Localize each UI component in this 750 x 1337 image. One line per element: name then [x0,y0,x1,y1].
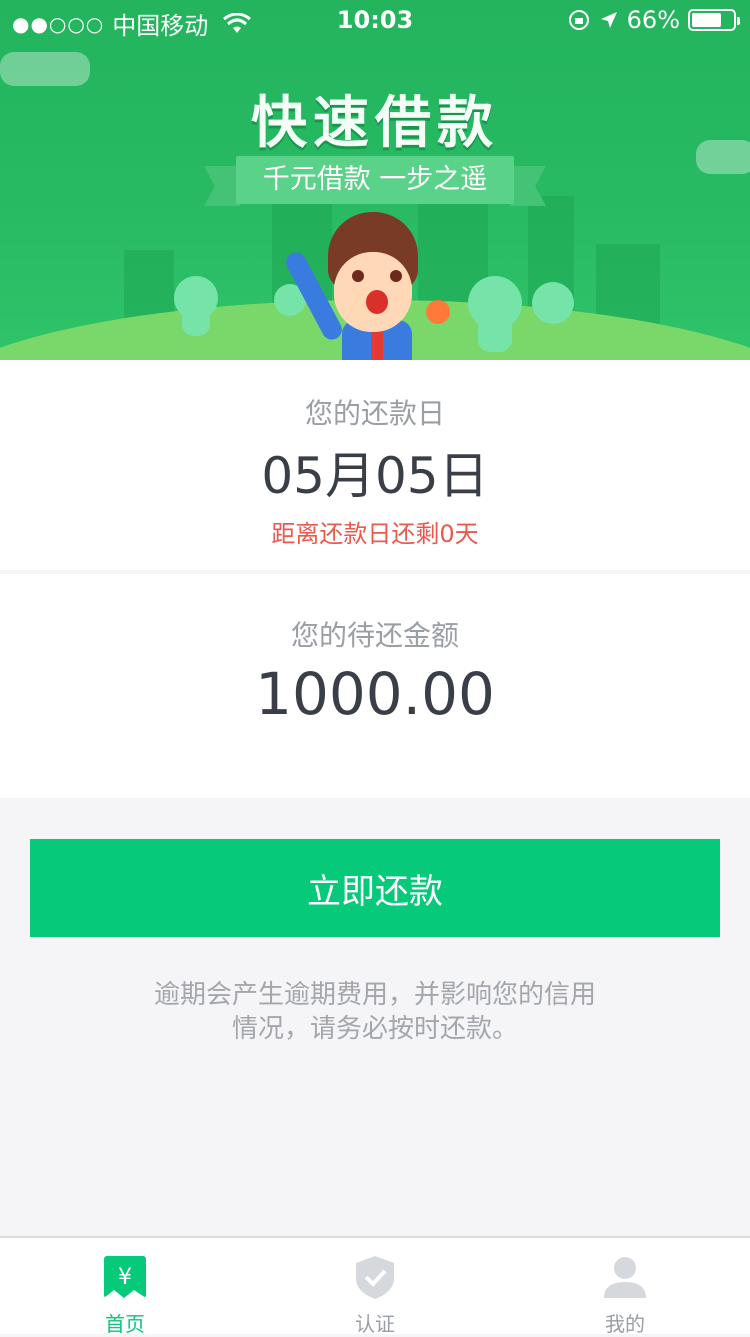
character-decoration [532,282,574,324]
tab-home[interactable]: ¥ 首页 [0,1238,250,1336]
status-bar: ●●○○○ 中国移动 10:03 66% [0,0,750,40]
battery-icon [688,9,740,31]
location-arrow-icon [600,12,617,28]
due-date-label: 您的还款日 [304,397,445,430]
overdue-notice: 逾期会产生逾期费用，并影响您的信用 情况，请务必按时还款。 [153,980,596,1044]
svg-text:¥: ¥ [118,1265,132,1290]
tab-verify[interactable]: 认证 [250,1238,500,1336]
battery-percent: 66% [626,6,680,34]
days-remaining: 距离还款日还剩0天 [271,520,479,548]
tab-home-label: 首页 [105,1312,145,1336]
coin-icon [426,300,450,324]
rotation-lock-icon [568,10,589,30]
banner-subtitle: 千元借款 一步之遥 [236,156,514,204]
shield-check-icon [356,1256,394,1299]
tab-mine[interactable]: 我的 [500,1238,750,1336]
promo-banner: ●●○○○ 中国移动 10:03 66% 快速借款 千元借款 一步之遥 [0,0,750,360]
tab-mine-label: 我的 [605,1312,645,1336]
amount-value: 1000.00 [255,660,495,728]
tab-verify-label: 认证 [355,1312,395,1336]
amount-card: 您的待还金额 1000.00 [0,574,750,798]
repay-now-button[interactable]: 立即还款 [30,839,720,937]
banner-title: 快速借款 [251,91,499,156]
tab-bar: ¥ 首页 认证 我的 [0,1236,750,1336]
user-icon [604,1257,646,1298]
yuan-icon: ¥ [104,1256,146,1298]
amount-label: 您的待还金额 [290,619,459,652]
due-date-card: 您的还款日 05月05日 距离还款日还剩0天 [0,360,750,570]
due-date-value: 05月05日 [261,447,489,505]
